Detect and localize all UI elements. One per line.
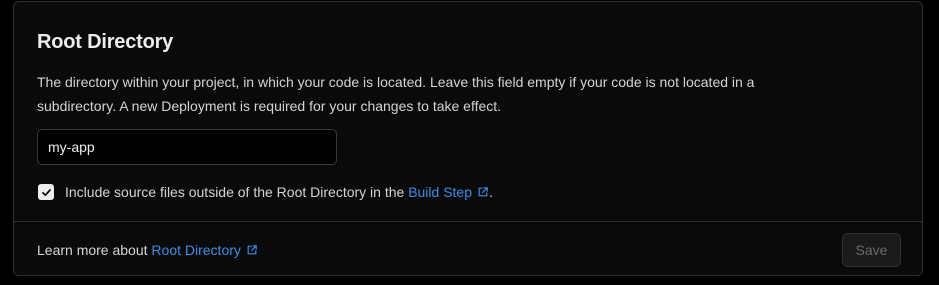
include-source-files-row: Include source files outside of the Root…: [37, 183, 899, 201]
include-source-files-checkbox[interactable]: [38, 184, 54, 200]
include-source-files-label: Include source files outside of the Root…: [65, 184, 493, 200]
section-title: Root Directory: [37, 31, 174, 53]
learn-more-prefix: Learn more about: [37, 241, 148, 258]
card-body: Root Directory The directory within your…: [14, 2, 922, 221]
check-icon: [41, 188, 51, 196]
root-directory-settings-card: Root Directory The directory within your…: [13, 1, 923, 276]
root-directory-docs-link-text: Root Directory: [151, 241, 241, 258]
section-description: The directory within your project, in wh…: [37, 74, 755, 114]
build-step-link-text: Build Step: [408, 184, 473, 200]
root-directory-docs-link[interactable]: Root Directory: [151, 242, 257, 258]
include-source-files-label-prefix: Include source files outside of the Root…: [65, 184, 409, 200]
build-step-link[interactable]: Build Step: [408, 184, 489, 200]
save-button[interactable]: Save: [842, 232, 901, 267]
external-link-icon: [247, 244, 257, 254]
include-source-files-label-suffix: .: [489, 184, 493, 200]
card-footer: Learn more about Root Directory Save: [14, 221, 922, 275]
external-link-icon: [478, 187, 488, 197]
root-directory-input[interactable]: [37, 129, 337, 165]
learn-more-text: Learn more about Root Directory: [37, 242, 258, 258]
